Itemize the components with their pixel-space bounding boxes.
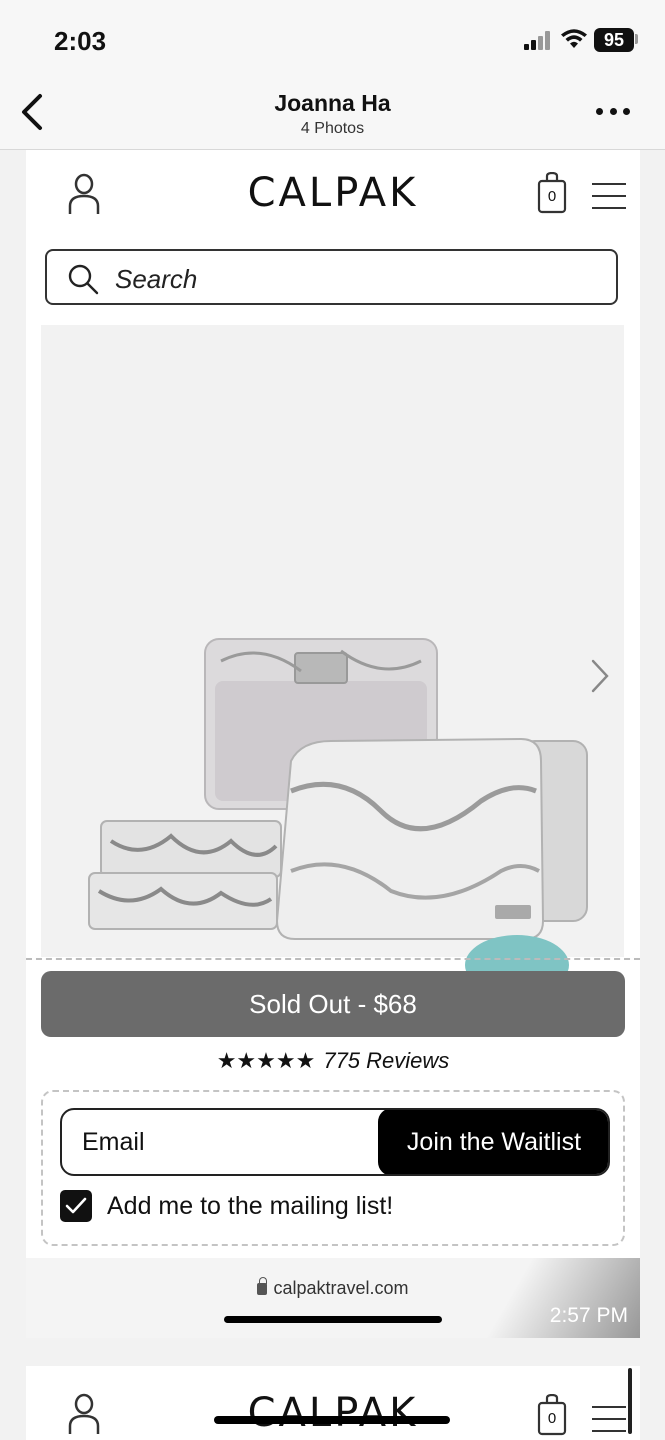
hamburger-menu-icon[interactable] [592, 183, 626, 209]
scroll-indicator [628, 1368, 632, 1434]
status-time: 2:03 [54, 26, 107, 56]
join-waitlist-button[interactable]: Join the Waitlist [378, 1110, 608, 1174]
sold-out-button[interactable]: Sold Out - $68 [41, 971, 625, 1037]
battery-nub [635, 34, 638, 44]
product-gallery[interactable] [41, 325, 624, 995]
waitlist-form: Email Join the Waitlist Add me to the ma… [41, 1090, 625, 1246]
album-title: Joanna Ha [274, 90, 391, 116]
cart-button: 0 [537, 1393, 567, 1436]
product-rating[interactable]: ★★★★★ 775 Reviews [26, 1048, 640, 1074]
search-placeholder: Search [115, 264, 198, 294]
mailing-list-label: Add me to the mailing list! [107, 1192, 394, 1220]
more-options-icon[interactable] [596, 104, 630, 118]
search-input[interactable]: Search [45, 249, 618, 305]
album-subtitle: 4 Photos [300, 120, 365, 137]
email-placeholder: Email [82, 1128, 145, 1156]
cart-count: 0 [547, 188, 557, 205]
url-text: calpaktravel.com [273, 1278, 409, 1298]
checkmark-icon [65, 1197, 87, 1214]
status-bar: 2:03 95 [0, 0, 665, 80]
lock-icon [257, 1277, 268, 1295]
system-home-indicator[interactable] [214, 1416, 450, 1424]
hamburger-menu-icon [592, 1406, 626, 1432]
packing-cubes-image [88, 638, 588, 940]
search-icon [68, 264, 99, 295]
review-count[interactable]: 775 Reviews [323, 1048, 449, 1073]
cart-button[interactable]: 0 [537, 171, 567, 214]
email-field[interactable]: Email Join the Waitlist [60, 1108, 610, 1176]
home-indicator [224, 1316, 442, 1323]
photo-timestamp: 2:57 PM [549, 1304, 628, 1327]
mailing-list-checkbox[interactable] [60, 1190, 92, 1222]
chevron-right-icon[interactable] [589, 657, 611, 695]
next-screenshot-card[interactable]: CALPAK 0 [26, 1366, 640, 1440]
screenshot-card[interactable]: CALPAK 0 Search Sold Out - $68 ★★★★★ 775… [26, 150, 640, 1338]
photos-nav-bar: Joanna Ha 4 Photos [0, 80, 665, 150]
section-divider [26, 958, 640, 960]
wifi-icon [561, 29, 587, 48]
battery-icon: 95 [594, 28, 634, 52]
cart-count: 0 [547, 1410, 557, 1427]
cellular-signal-icon [524, 30, 554, 50]
browser-address-bar[interactable]: calpaktravel.com 2:57 PM [26, 1258, 640, 1338]
star-rating-icons: ★★★★★ [216, 1048, 316, 1073]
